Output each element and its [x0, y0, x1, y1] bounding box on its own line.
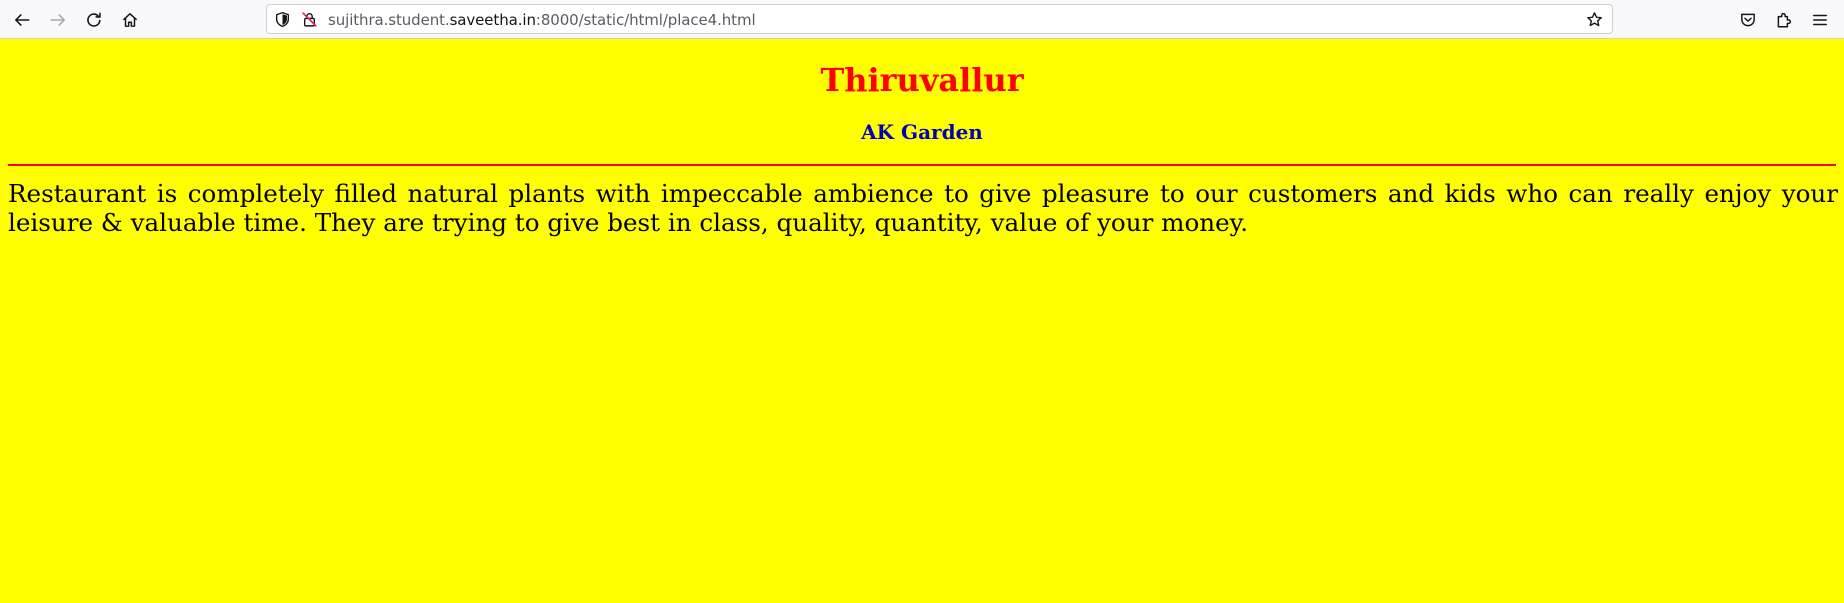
- browser-toolbar: sujithra.student.saveetha.in:8000/static…: [0, 0, 1844, 39]
- home-icon: [123, 13, 137, 27]
- url-path: :8000/static/html/place4.html: [535, 11, 756, 29]
- page-title: Thiruvallur: [820, 61, 1024, 99]
- puzzle-icon: [1777, 12, 1792, 28]
- url-host-domain: saveetha.in: [449, 11, 536, 29]
- forward-button[interactable]: [44, 6, 72, 34]
- lock-crossed-icon[interactable]: [300, 10, 318, 28]
- pocket-button[interactable]: [1734, 6, 1762, 34]
- page-subtitle: AK Garden: [861, 120, 983, 144]
- url-text[interactable]: sujithra.student.saveetha.in:8000/static…: [328, 11, 756, 29]
- arrow-left-icon: [15, 14, 30, 26]
- url-host-prefix: sujithra.student.: [328, 11, 450, 29]
- home-button[interactable]: [116, 6, 144, 34]
- reload-button[interactable]: [80, 6, 108, 34]
- menu-button[interactable]: [1806, 6, 1834, 34]
- reload-icon: [87, 12, 101, 27]
- pocket-icon: [1741, 13, 1755, 27]
- description-text: Restaurant is completely filled natural …: [8, 179, 1838, 237]
- hamburger-menu-icon: [1813, 14, 1827, 26]
- shield-icon[interactable]: [273, 10, 291, 28]
- back-button[interactable]: [8, 6, 36, 34]
- address-bar[interactable]: sujithra.student.saveetha.in:8000/static…: [266, 4, 1613, 34]
- star-icon[interactable]: [1585, 10, 1603, 28]
- divider: [8, 164, 1836, 166]
- page-content: Thiruvallur AK Garden Restaurant is comp…: [0, 39, 1844, 603]
- arrow-right-icon: [50, 14, 65, 26]
- extensions-button[interactable]: [1770, 6, 1798, 34]
